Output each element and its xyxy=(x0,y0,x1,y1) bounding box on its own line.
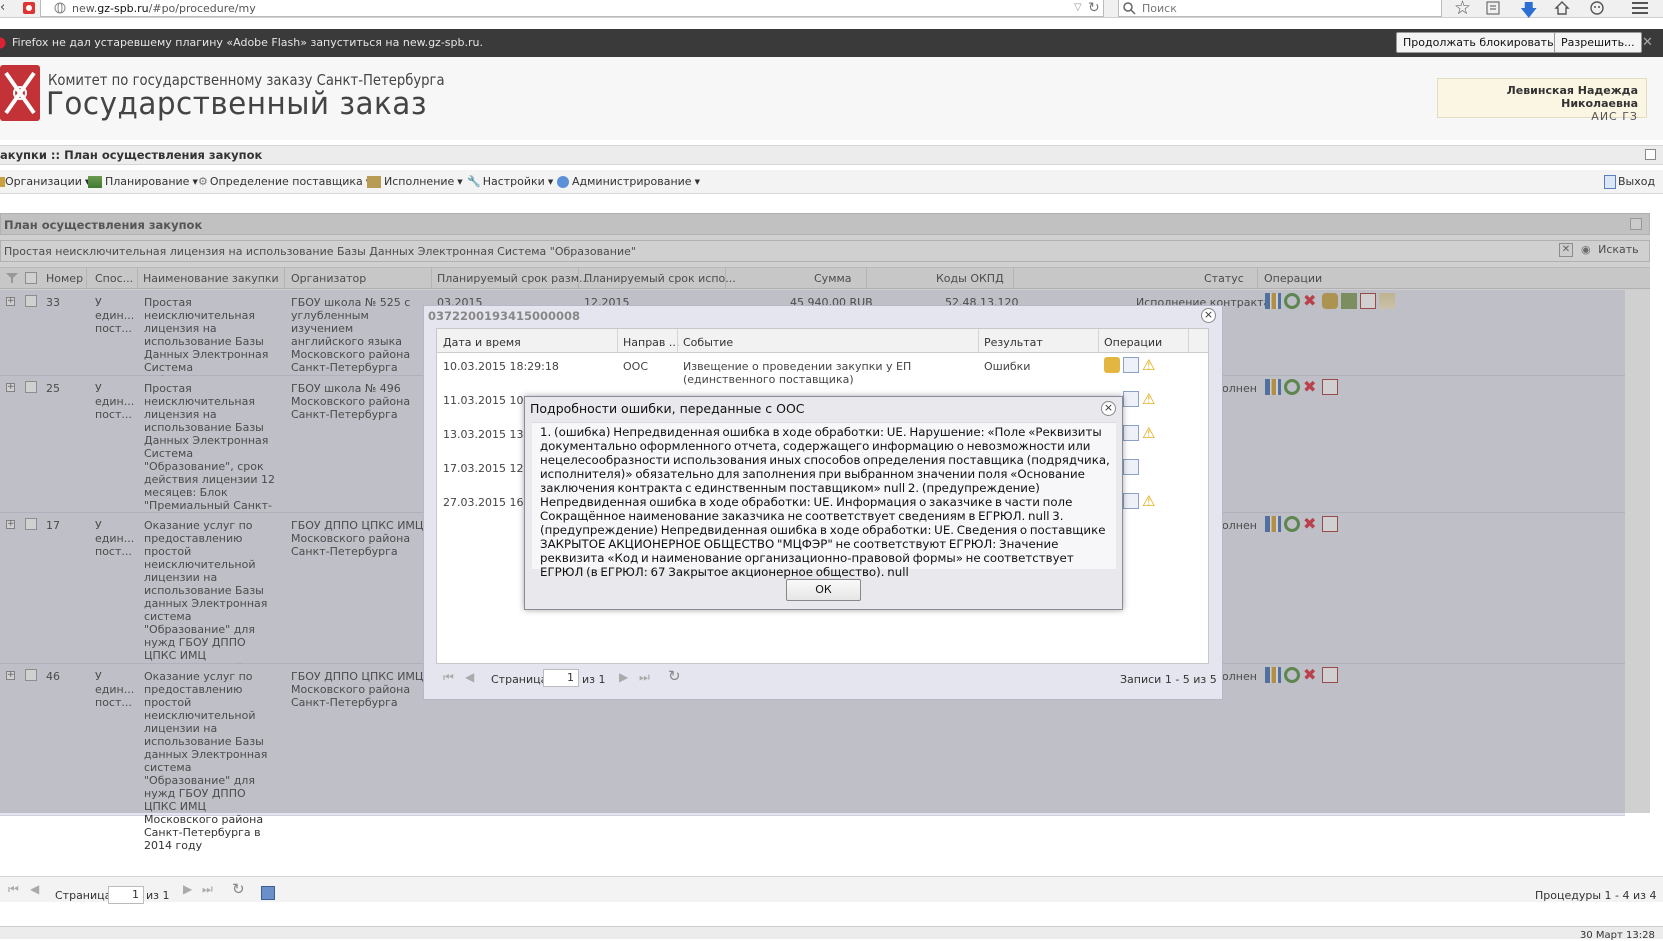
history-row-result: Ошибки xyxy=(984,360,1031,373)
ok-button[interactable]: ОК xyxy=(786,579,861,601)
col-separator xyxy=(677,329,678,353)
app-brand-title: Государственный заказ xyxy=(46,86,427,122)
history-page-label: Страница xyxy=(491,673,548,686)
warning-icon[interactable]: ⚠ xyxy=(1142,493,1158,509)
hamburger-menu-icon[interactable] xyxy=(1632,1,1648,15)
document-icon[interactable] xyxy=(1123,357,1139,373)
breadcrumb: акупки :: План осуществления закупок xyxy=(0,148,263,162)
magnifier-icon xyxy=(1122,1,1136,15)
allow-plugin-button[interactable]: Разрешить... xyxy=(1554,32,1642,53)
exit-icon xyxy=(1604,175,1616,189)
url-text: new.gz-spb.ru/#po/procedure/my xyxy=(72,2,256,15)
col-separator xyxy=(1098,329,1099,353)
status-time: 30 Март 13:28 xyxy=(1580,930,1655,941)
gears-icon: ⚙ xyxy=(198,175,208,188)
download-icon[interactable]: 🡇 xyxy=(1520,0,1537,27)
first-page-icon[interactable]: ⏮ xyxy=(8,882,19,897)
menu-settings[interactable]: 🔧 Настройки ▼ xyxy=(467,175,553,188)
document-icon[interactable] xyxy=(1123,459,1139,475)
history-col-event[interactable]: Событие xyxy=(683,336,733,349)
site-icon xyxy=(22,1,36,15)
save-icon[interactable] xyxy=(261,886,275,900)
history-col-direction[interactable]: Направ ... xyxy=(623,336,679,349)
history-page-input[interactable]: 1 xyxy=(543,669,579,687)
history-row-operations: ⚠ xyxy=(1104,357,1158,373)
history-col-result[interactable]: Результат xyxy=(984,336,1043,349)
menu-admin[interactable]: Администрирование ▼ xyxy=(557,175,700,188)
document-icon[interactable] xyxy=(1123,425,1139,441)
logout-link[interactable]: Выход xyxy=(1604,175,1655,189)
page-label: Страница xyxy=(55,889,112,902)
document-icon[interactable] xyxy=(1123,493,1139,509)
warning-icon[interactable]: ⚠ xyxy=(1142,391,1158,407)
col-separator xyxy=(1188,329,1189,353)
col-separator xyxy=(978,329,979,353)
bookmark-star-icon[interactable]: ☆ xyxy=(1454,0,1471,19)
history-grid-header xyxy=(437,329,1208,353)
history-row-operations xyxy=(1123,459,1139,475)
chat-icon[interactable] xyxy=(1589,0,1605,16)
refresh-icon[interactable]: ↻ xyxy=(232,880,245,898)
warning-icon[interactable]: ⚠ xyxy=(1142,425,1158,441)
history-refresh-icon[interactable]: ↻ xyxy=(668,667,681,685)
plugin-notification-text: Firefox не дал устаревшему плагину «Adob… xyxy=(12,36,483,49)
menu-supplier[interactable]: ⚙Определение поставщика▼ xyxy=(198,175,371,188)
coat-of-arms-logo xyxy=(0,65,42,123)
error-dialog-close-button[interactable]: × xyxy=(1101,401,1116,416)
blocked-plugin-icon xyxy=(0,37,6,49)
reload-icon[interactable]: ↻ xyxy=(1088,0,1100,16)
history-next-page-icon[interactable]: ▶ xyxy=(619,670,628,684)
user-role: АИС ГЗ xyxy=(1591,110,1638,123)
history-row-direction: ООС xyxy=(623,360,648,373)
execution-icon xyxy=(367,176,381,188)
user-icon xyxy=(557,176,569,188)
history-row-event: Извещение о проведении закупки у ЕП (еди… xyxy=(683,360,912,386)
page-input[interactable]: 1 xyxy=(108,886,144,904)
menu-execution[interactable]: Исполнение ▼ xyxy=(367,175,463,188)
globe-icon xyxy=(54,2,66,14)
planning-icon xyxy=(88,176,102,188)
col-separator xyxy=(617,329,618,353)
browser-search-placeholder: Поиск xyxy=(1142,2,1177,15)
close-notification-icon[interactable]: ✕ xyxy=(1642,35,1653,50)
user-info-box: Левинская Надежда Николаевна АИС ГЗ xyxy=(1437,78,1647,123)
user-name: Левинская Надежда Николаевна xyxy=(1506,84,1638,110)
history-last-page-icon[interactable]: ⏭ xyxy=(639,670,650,685)
history-close-button[interactable]: × xyxy=(1201,308,1216,323)
history-page-of: из 1 xyxy=(582,673,606,686)
package-icon[interactable] xyxy=(1104,357,1120,373)
document-icon[interactable] xyxy=(1123,391,1139,407)
error-dialog-title: Подробности ошибки, переданные с ООС xyxy=(530,401,805,416)
history-col-datetime[interactable]: Дата и время xyxy=(443,336,521,349)
paging-toolbar xyxy=(0,876,1663,902)
error-details-text: 1. (ошибка) Непредвиденная ошибка в ходе… xyxy=(540,425,1110,579)
warning-icon[interactable]: ⚠ xyxy=(1142,357,1158,373)
menu-organizations[interactable]: Организации▼ xyxy=(0,175,90,188)
status-bar xyxy=(0,926,1663,939)
reading-list-icon[interactable] xyxy=(1486,1,1500,15)
history-records-summary: Записи 1 - 5 из 5 xyxy=(1120,673,1217,686)
procedures-summary: Процедуры 1 - 4 из 4 xyxy=(1535,889,1657,902)
keep-blocking-button[interactable]: Продолжать блокировать xyxy=(1396,32,1561,53)
menu-planning[interactable]: Планирование ▼ xyxy=(88,175,198,188)
page-of: из 1 xyxy=(146,889,170,902)
history-row-datetime: 10.03.2015 18:29:18 xyxy=(443,360,559,373)
prev-page-icon[interactable]: ◀ xyxy=(30,882,39,896)
wrench-icon: 🔧 xyxy=(467,175,481,188)
dropdown-arrow-icon[interactable]: ▽ xyxy=(1074,2,1082,13)
history-first-page-icon[interactable]: ⏮ xyxy=(443,670,454,685)
history-prev-page-icon[interactable]: ◀ xyxy=(465,670,474,684)
history-window-title: 0372200193415000008 xyxy=(428,309,581,323)
home-icon[interactable] xyxy=(1554,0,1570,16)
history-col-ops[interactable]: Операции xyxy=(1104,336,1162,349)
history-row-operations: ⚠ xyxy=(1123,425,1158,441)
collapse-header-icon[interactable] xyxy=(1645,149,1656,160)
history-row-operations: ⚠ xyxy=(1123,391,1158,407)
back-button[interactable]: ‹ xyxy=(0,0,14,17)
last-page-icon[interactable]: ⏭ xyxy=(202,882,213,897)
next-page-icon[interactable]: ▶ xyxy=(183,882,192,896)
history-row-operations: ⚠ xyxy=(1123,493,1158,509)
